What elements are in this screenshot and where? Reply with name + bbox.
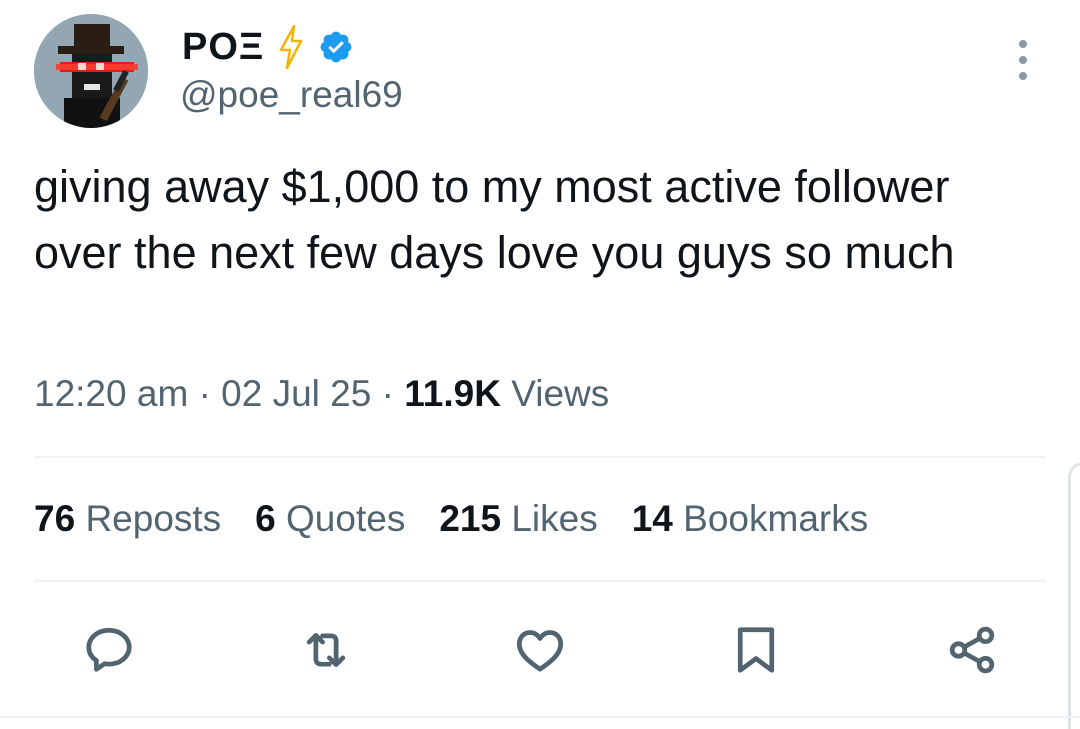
repost-button[interactable] <box>298 622 354 678</box>
more-options-button[interactable] <box>1008 40 1038 80</box>
stat-label: Reposts <box>85 498 222 539</box>
views-label: Views <box>511 373 610 414</box>
bookmark-button[interactable] <box>728 622 784 678</box>
more-dot-icon <box>1019 56 1027 64</box>
tweet-date[interactable]: 02 Jul 25 <box>221 373 371 414</box>
meta-separator: · <box>198 373 222 414</box>
share-icon <box>949 626 995 674</box>
stat-label: Bookmarks <box>683 498 869 539</box>
bookmark-icon <box>737 627 775 673</box>
stat-bookmarks[interactable]: 14 Bookmarks <box>632 498 869 540</box>
divider <box>0 716 1080 718</box>
engagement-stats: 76 Reposts 6 Quotes 215 Likes 14 Bookmar… <box>34 498 868 540</box>
views-count: 11.9K <box>404 373 501 414</box>
stat-count: 76 <box>34 498 76 539</box>
stat-count: 6 <box>255 498 276 539</box>
stat-count: 215 <box>439 498 502 539</box>
stat-likes[interactable]: 215 Likes <box>439 498 597 540</box>
verified-badge-icon[interactable] <box>318 29 354 65</box>
like-icon <box>516 630 564 672</box>
stat-label: Likes <box>511 498 598 539</box>
stat-reposts[interactable]: 76 Reposts <box>34 498 221 540</box>
stat-quotes[interactable]: 6 Quotes <box>255 498 405 540</box>
scroll-edge <box>1068 462 1080 729</box>
lightning-bolt-icon <box>278 25 304 69</box>
tweet-meta: 12:20 am · 02 Jul 25 · 11.9K Views <box>34 373 609 415</box>
more-dot-icon <box>1019 40 1027 48</box>
repost-icon <box>306 633 346 667</box>
share-button[interactable] <box>944 622 1000 678</box>
pixel-hat-gunman-avatar <box>34 14 148 128</box>
stat-count: 14 <box>631 498 673 539</box>
like-button[interactable] <box>512 622 568 678</box>
divider <box>34 580 1046 582</box>
more-dot-icon <box>1019 72 1027 80</box>
avatar[interactable] <box>34 14 148 128</box>
display-name[interactable]: POΞ <box>182 26 264 69</box>
stat-label: Quotes <box>286 498 406 539</box>
tweet-time[interactable]: 12:20 am <box>34 373 188 414</box>
divider <box>34 456 1046 458</box>
reply-button[interactable] <box>81 622 137 678</box>
reply-icon <box>86 627 132 672</box>
tweet-text: giving away $1,000 to my most active fol… <box>34 161 955 278</box>
meta-separator: · <box>381 373 405 414</box>
user-handle[interactable]: @poe_real69 <box>180 74 403 116</box>
